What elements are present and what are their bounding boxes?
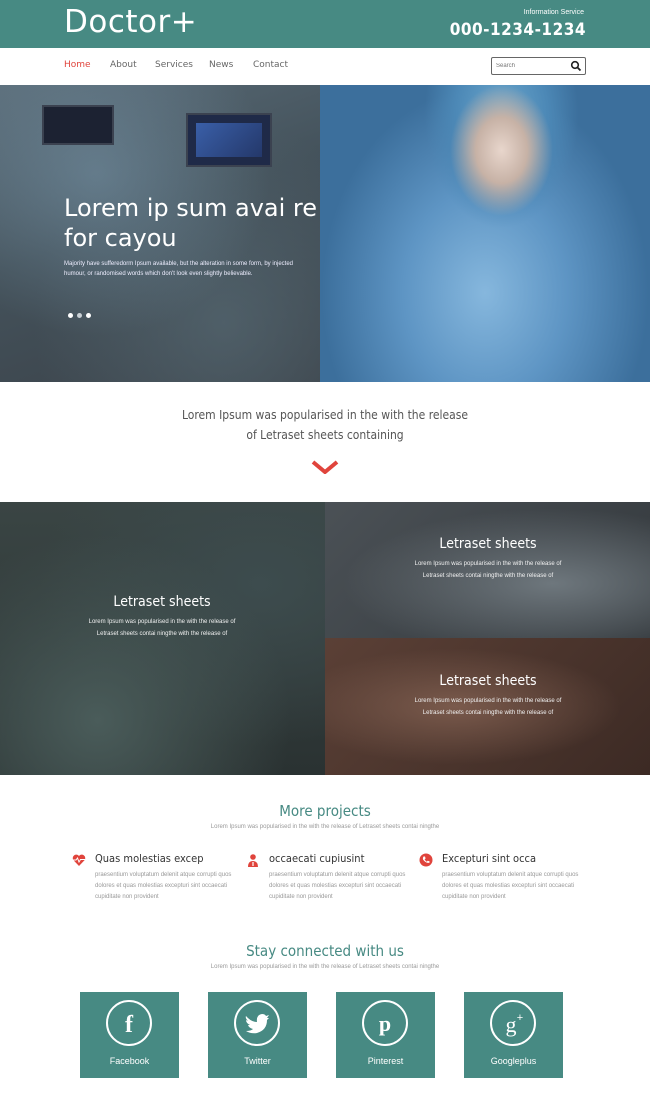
feature-title: Excepturi sint occa xyxy=(442,852,537,865)
hero-slider: Lorem ip sum avai re for cayou Majority … xyxy=(0,85,650,382)
intro-text: Lorem Ipsum was popularised in the with … xyxy=(0,405,650,445)
nav-item-services[interactable]: Services xyxy=(155,60,193,70)
main-nav: Home About Services News Contact xyxy=(0,48,650,85)
slider-dot[interactable] xyxy=(68,313,73,318)
phone-icon xyxy=(419,853,433,867)
hero-title: Lorem ip sum avai re for cayou xyxy=(64,194,318,252)
phone-number[interactable]: 000-1234-1234 xyxy=(450,20,586,40)
slider-dots xyxy=(68,305,95,323)
feature-grid: Letraset sheets Lorem Ipsum was populari… xyxy=(0,502,650,775)
feature-text: praesentium voluptatum delenit atque cor… xyxy=(95,872,232,900)
heart-pulse-icon xyxy=(72,854,86,866)
search-icon[interactable] xyxy=(570,60,582,72)
twitter-icon xyxy=(234,1000,280,1046)
feature-title: Quas molestias excep xyxy=(95,852,204,865)
twitter-button[interactable]: Twitter xyxy=(208,992,307,1078)
svg-text:g: g xyxy=(506,1012,517,1037)
projects-title: More projects xyxy=(279,802,371,820)
nav-item-about[interactable]: About xyxy=(110,60,137,70)
social-label: Twitter xyxy=(244,1056,271,1066)
intro-line: of Letraset sheets containing xyxy=(246,428,404,442)
grid-tile[interactable]: Letraset sheets Lorem Ipsum was populari… xyxy=(325,638,650,775)
tile-text: Lorem Ipsum was popularised in the with … xyxy=(414,698,562,716)
tile-title: Letraset sheets xyxy=(439,536,537,552)
googleplus-icon: g + xyxy=(490,1000,536,1046)
info-service-label: Information Service xyxy=(523,9,584,16)
social-label: Facebook xyxy=(109,1056,150,1066)
hero-subtitle: Majority have sufferedorm Ipsum availabl… xyxy=(64,261,294,277)
svg-text:p: p xyxy=(379,1011,391,1036)
svg-text:+: + xyxy=(517,1012,523,1024)
nav-item-contact[interactable]: Contact xyxy=(253,60,288,70)
svg-text:f: f xyxy=(125,1012,134,1038)
search-input[interactable] xyxy=(496,60,566,72)
monitor-image xyxy=(186,113,272,167)
nav-item-home[interactable]: Home xyxy=(64,60,91,70)
pinterest-icon: p xyxy=(362,1000,408,1046)
facebook-button[interactable]: f Facebook xyxy=(80,992,179,1078)
tile-title: Letraset sheets xyxy=(113,594,211,610)
tile-text: Lorem Ipsum was popularised in the with … xyxy=(88,619,236,637)
tile-title: Letraset sheets xyxy=(439,673,537,689)
tile-text: Lorem Ipsum was popularised in the with … xyxy=(414,561,562,579)
slider-dot[interactable] xyxy=(86,313,91,318)
monitor-image xyxy=(42,105,114,145)
site-logo[interactable]: Doctor+ xyxy=(64,4,197,40)
pinterest-button[interactable]: p Pinterest xyxy=(336,992,435,1078)
feature-text: praesentium voluptatum delenit atque cor… xyxy=(269,872,406,900)
grid-tile[interactable]: Letraset sheets Lorem Ipsum was populari… xyxy=(325,502,650,638)
doctor-icon xyxy=(248,854,258,867)
social-subtitle: Lorem Ipsum was popularised in the with … xyxy=(210,964,440,970)
social-label: Googleplus xyxy=(490,1056,537,1066)
social-title: Stay connected with us xyxy=(246,942,404,960)
facebook-icon: f xyxy=(106,1000,152,1046)
search-box xyxy=(491,57,586,75)
nav-item-news[interactable]: News xyxy=(209,60,233,70)
chevron-down-icon[interactable] xyxy=(311,460,339,474)
grid-tile[interactable]: Letraset sheets Lorem Ipsum was populari… xyxy=(0,502,325,775)
hero-image-surgeon xyxy=(320,85,650,382)
social-label: Pinterest xyxy=(367,1056,404,1066)
feature-text: praesentium voluptatum delenit atque cor… xyxy=(442,872,579,900)
feature-title: occaecati cupiusint xyxy=(269,852,365,865)
googleplus-button[interactable]: g + Googleplus xyxy=(464,992,563,1078)
intro-line: Lorem Ipsum was popularised in the with … xyxy=(181,408,469,422)
top-header: Doctor+ Information Service 000-1234-123… xyxy=(0,0,650,48)
projects-subtitle: Lorem Ipsum was popularised in the with … xyxy=(210,824,440,830)
slider-dot[interactable] xyxy=(77,313,82,318)
